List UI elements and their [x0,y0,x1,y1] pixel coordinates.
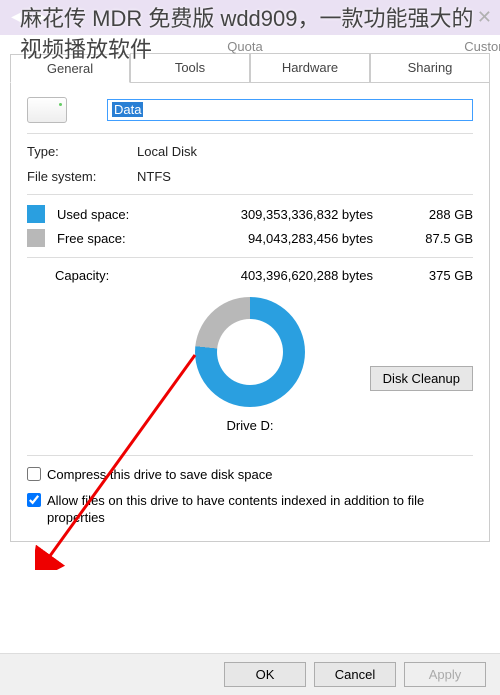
compress-checkbox[interactable] [27,467,41,481]
general-panel: Data Type: Local Disk File system: NTFS … [10,82,490,542]
disk-cleanup-button[interactable]: Disk Cleanup [370,366,473,391]
separator [27,133,473,134]
used-hr: 288 GB [403,207,473,222]
dialog-button-bar: OK Cancel Apply [0,653,500,695]
capacity-label: Capacity: [27,268,152,283]
used-swatch [27,205,45,223]
ok-button[interactable]: OK [224,662,306,687]
usage-pie-chart [195,297,305,407]
used-bytes: 309,353,336,832 bytes [152,207,403,222]
type-label: Type: [27,144,137,159]
index-checkbox[interactable] [27,493,41,507]
drive-icon [27,97,67,123]
free-bytes: 94,043,283,456 bytes [152,231,403,246]
free-hr: 87.5 GB [403,231,473,246]
capacity-hr: 375 GB [403,268,473,283]
drive-label: Drive D: [27,418,473,433]
filesystem-value: NTFS [137,169,171,184]
separator [27,194,473,195]
overlay-title: 麻花传 MDR 免费版 wdd909，一款功能强大的视频播放软件 [0,0,500,70]
separator [27,455,473,456]
cancel-button[interactable]: Cancel [314,662,396,687]
apply-button: Apply [404,662,486,687]
used-label: Used space: [57,207,152,222]
separator [27,257,473,258]
free-swatch [27,229,45,247]
type-value: Local Disk [137,144,197,159]
filesystem-label: File system: [27,169,137,184]
compress-label[interactable]: Compress this drive to save disk space [47,466,473,484]
drive-name-input[interactable]: Data [107,99,473,121]
free-label: Free space: [57,231,152,246]
capacity-bytes: 403,396,620,288 bytes [152,268,403,283]
index-label[interactable]: Allow files on this drive to have conten… [47,492,473,527]
